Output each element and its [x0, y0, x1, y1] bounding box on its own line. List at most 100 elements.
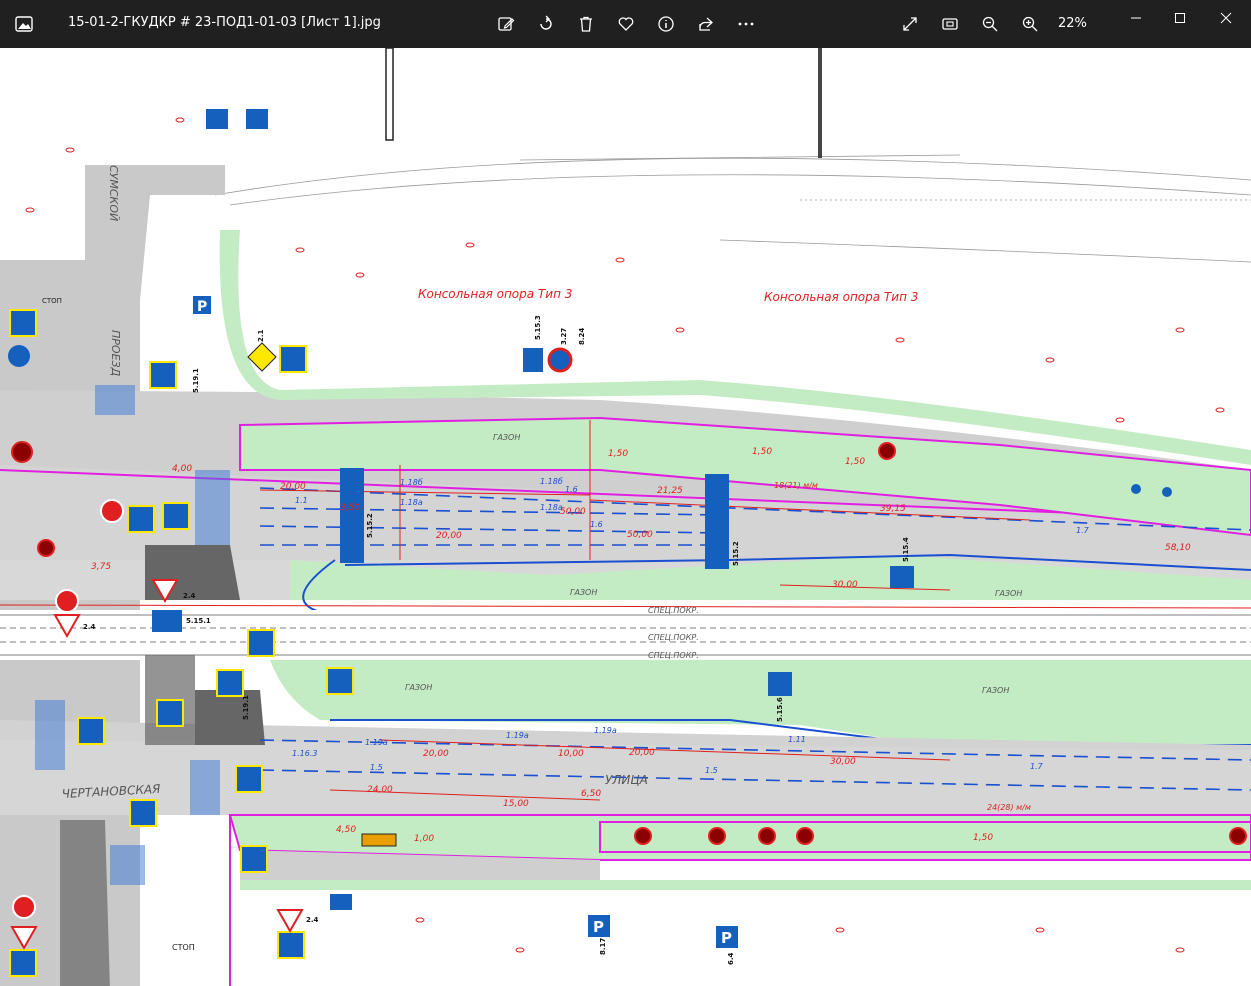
svg-text:1.5: 1.5 [705, 766, 718, 775]
lane-direction-sign-icon [705, 474, 729, 569]
image-viewer-canvas[interactable]: P P P Консольная опора Тип 3 Консольная … [0, 48, 1251, 986]
svg-text:24,00: 24,00 [367, 785, 393, 795]
fit-to-window-button[interactable] [938, 12, 962, 36]
delete-button[interactable] [574, 12, 598, 36]
svg-text:58,10: 58,10 [1165, 543, 1191, 553]
crosswalk-sign-icon [77, 717, 105, 745]
svg-text:6,50: 6,50 [581, 789, 601, 799]
favorite-button[interactable] [614, 12, 638, 36]
share-button[interactable] [694, 12, 718, 36]
no-entry-sign-icon [12, 895, 36, 919]
stop-label: СТОП [42, 297, 62, 305]
maximize-icon [1175, 13, 1185, 23]
svg-text:20,00: 20,00 [280, 482, 306, 492]
svg-text:1,50: 1,50 [752, 447, 772, 457]
rotate-button[interactable] [534, 12, 558, 36]
maximize-button[interactable] [1166, 8, 1194, 28]
street-name-label: ПРОЕЗД [109, 330, 122, 377]
svg-text:2.4: 2.4 [83, 623, 96, 631]
svg-text:5.15.2: 5.15.2 [732, 541, 740, 566]
minimize-icon [1131, 17, 1141, 19]
zoom-level[interactable]: 22% [1058, 16, 1087, 31]
svg-text:5.15.4: 5.15.4 [902, 537, 910, 562]
console-support-label: Консольная опора Тип 3 [418, 287, 572, 301]
svg-text:P: P [593, 918, 604, 936]
svg-text:1.11: 1.11 [788, 735, 806, 744]
bus-sign-icon [330, 894, 352, 910]
svg-text:5.15.6: 5.15.6 [776, 697, 784, 722]
grass-label: ГАЗОН [493, 433, 520, 442]
svg-text:1.19а: 1.19а [365, 738, 388, 747]
grass-label: ГАЗОН [405, 683, 432, 692]
svg-text:2.4: 2.4 [306, 916, 319, 924]
close-icon [1220, 12, 1232, 24]
zoom-out-button[interactable] [978, 12, 1002, 36]
svg-text:5.15.2: 5.15.2 [366, 513, 374, 538]
zoom-in-button[interactable] [1018, 12, 1042, 36]
svg-text:2.4: 2.4 [183, 592, 196, 600]
lane-change-sign-icon [890, 566, 914, 588]
svg-text:30,00: 30,00 [832, 580, 858, 590]
crosswalk-sign-icon [149, 361, 177, 389]
lane-sign-icon [152, 610, 182, 632]
svg-text:24(28) м/м: 24(28) м/м [987, 803, 1031, 812]
svg-text:18(21) м/м: 18(21) м/м [774, 481, 818, 490]
svg-text:5.15.1: 5.15.1 [186, 617, 211, 625]
expand-icon [903, 17, 917, 31]
crosswalk-sign-icon [129, 799, 157, 827]
svg-text:P: P [197, 299, 207, 315]
svg-text:30,00: 30,00 [830, 757, 856, 767]
crosswalk-sign-icon [127, 505, 155, 533]
svg-text:2.1: 2.1 [257, 329, 265, 342]
svg-text:20,00: 20,00 [423, 749, 449, 759]
grass-label: ГАЗОН [982, 686, 1009, 695]
lane-direction-sign-icon [340, 468, 364, 563]
minimize-button[interactable] [1122, 8, 1150, 28]
fit-icon [942, 18, 958, 30]
no-entry-sign-icon [55, 589, 79, 613]
crosswalk-sign-icon [162, 502, 190, 530]
svg-text:1.6: 1.6 [565, 485, 578, 494]
drawing-column [385, 48, 394, 141]
lane-sign-icon [768, 672, 792, 696]
bus-stop-sign-icon [246, 109, 268, 129]
crosswalk-sign-icon [247, 629, 275, 657]
zoom-in-icon [1022, 16, 1038, 32]
svg-text:1.19а: 1.19а [594, 726, 617, 735]
close-button[interactable] [1212, 8, 1240, 28]
svg-text:1.6: 1.6 [590, 520, 603, 529]
svg-text:1.18а: 1.18а [400, 498, 423, 507]
special-surface-label: СПЕЦ.ПОКР. [648, 606, 699, 615]
svg-text:20,00: 20,00 [629, 748, 655, 758]
more-options-button[interactable] [734, 12, 758, 36]
bus-stop-pavilion [361, 833, 397, 847]
trash-icon [580, 16, 592, 32]
svg-text:8.24: 8.24 [578, 328, 586, 345]
expand-button[interactable] [898, 12, 922, 36]
console-support-label: Консольная опора Тип 3 [764, 290, 918, 304]
edit-image-button[interactable] [494, 12, 518, 36]
edit-icon [498, 17, 515, 31]
street-name-label: СУМСКОЙ [107, 165, 120, 221]
zoom-out-icon [982, 16, 998, 32]
svg-text:3,75: 3,75 [91, 562, 111, 572]
svg-text:1,00: 1,00 [414, 834, 434, 844]
grass-bottom [240, 880, 1251, 890]
direction-sign-icon [8, 345, 30, 367]
crosswalk-sign-icon [156, 699, 184, 727]
special-surface-label: СПЕЦ.ПОКР. [648, 651, 699, 660]
background-linework [214, 154, 1251, 263]
rotate-icon [540, 15, 552, 30]
stop-label: СТОП [172, 943, 195, 952]
svg-text:5.19.1: 5.19.1 [192, 368, 200, 393]
heart-icon [618, 17, 634, 31]
crosswalk-sign-icon [279, 345, 307, 373]
road-plan-drawing: P P P Консольная опора Тип 3 Консольная … [0, 48, 1251, 986]
info-button[interactable] [654, 12, 678, 36]
svg-text:1.16.3: 1.16.3 [292, 749, 317, 758]
svg-text:1.19а: 1.19а [506, 731, 529, 740]
svg-text:21,25: 21,25 [657, 486, 683, 496]
svg-text:39,15: 39,15 [880, 504, 906, 514]
svg-text:4,50: 4,50 [336, 825, 356, 835]
yield-sign-icon [276, 909, 304, 934]
